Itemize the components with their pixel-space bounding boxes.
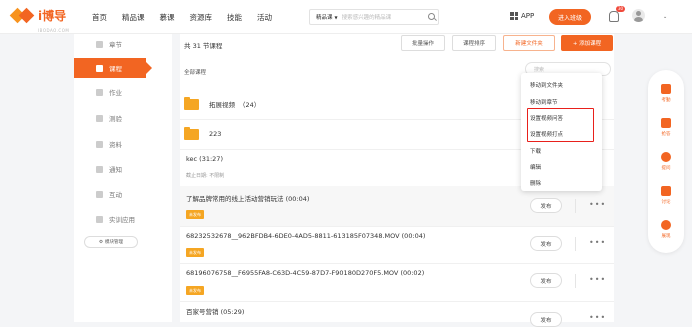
notification-badge: 30 (616, 6, 626, 12)
course-deadline: 截止日期: 不限制 (186, 173, 225, 179)
question-icon (661, 152, 671, 162)
book-icon (96, 40, 103, 48)
course-title[interactable]: 68196076758__F6955FA8-C63D-4C59-87D7-F90… (186, 269, 424, 277)
classroom-tools-bar: 考勤 抢答 提问 讨论 展现 (648, 70, 684, 253)
unpublished-badge: 未发布 (186, 248, 204, 257)
all-courses-label: 全部课程 (184, 70, 207, 76)
highlight-annotation-box (527, 108, 594, 142)
tool-attendance[interactable]: 考勤 (648, 84, 684, 103)
tool-discussion[interactable]: 讨论 (648, 186, 684, 205)
sidebar-item-materials[interactable]: 资料 (74, 134, 172, 154)
sidebar-item-notices[interactable]: 通知 (74, 159, 172, 179)
nav-activities[interactable]: 活动 (257, 12, 272, 23)
apps-icon (96, 215, 103, 223)
add-course-button[interactable]: + 添加课程 (561, 35, 613, 51)
user-avatar[interactable] (632, 9, 645, 22)
unpublished-badge: 未发布 (186, 286, 204, 295)
present-icon (661, 220, 671, 230)
checkbox-icon (661, 84, 671, 94)
tool-quick-answer[interactable]: 抢答 (648, 118, 684, 137)
more-options-icon[interactable]: ••• (589, 200, 606, 209)
tool-showcase[interactable]: 展现 (648, 220, 684, 239)
discussion-icon (661, 186, 671, 196)
course-sidebar: 章节 课程 作业 测验 资料 通知 互动 实训应用 ⚙ 模块管理 (74, 34, 172, 322)
app-label: APP (521, 12, 535, 20)
course-title[interactable]: 百家号营销 (05:29) (186, 306, 244, 316)
publish-button[interactable]: 发布 (530, 198, 562, 213)
tool-question[interactable]: 提问 (648, 152, 684, 171)
quiz-icon (96, 114, 103, 122)
nav-home[interactable]: 首页 (92, 12, 107, 23)
sidebar-item-homework[interactable]: 作业 (74, 82, 172, 102)
search-input[interactable]: 搜索感兴趣的精品课 (342, 13, 426, 21)
nav-premium-course[interactable]: 精品课 (122, 12, 145, 23)
search-category-select[interactable]: 精品课 ▼ (310, 13, 342, 21)
nav-resource-library[interactable]: 资源库 (190, 12, 213, 23)
sidebar-item-quiz[interactable]: 测验 (74, 108, 172, 128)
unpublished-badge: 未发布 (186, 210, 204, 219)
folder-icon (184, 126, 199, 140)
site-logo[interactable]: i博导 (9, 7, 67, 24)
folder-icon (184, 96, 199, 110)
user-menu-chevron-icon[interactable]: ⌄ (663, 14, 667, 20)
batch-operation-button[interactable]: 批量操作 (401, 35, 445, 51)
folder-name: 223 (209, 130, 222, 138)
sidebar-item-chapters[interactable]: 章节 (74, 34, 172, 54)
nav-skills[interactable]: 技能 (227, 12, 242, 23)
menu-move-to-chapter[interactable]: 移动到章节 (530, 98, 558, 106)
course-title[interactable]: 68232532678__962BFDB4-6DE0-4AD5-8811-613… (186, 232, 425, 240)
menu-delete[interactable]: 删除 (530, 179, 541, 187)
course-title[interactable]: kec (31:27) (186, 155, 223, 163)
more-options-icon[interactable]: ••• (589, 313, 606, 322)
play-icon (96, 64, 103, 72)
course-count: 共 31 节课程 (184, 42, 223, 50)
publish-button[interactable]: 发布 (530, 273, 562, 288)
files-icon (96, 140, 103, 148)
folder-count: （24） (239, 101, 261, 109)
menu-edit[interactable]: 编辑 (530, 163, 541, 171)
new-folder-button[interactable]: 新建文件夹 (503, 35, 555, 51)
nav-mooc[interactable]: 慕课 (160, 12, 175, 23)
app-download-link[interactable]: APP (510, 12, 534, 20)
course-sort-button[interactable]: 课程排序 (452, 35, 496, 51)
main-nav: 首页 精品课 慕课 资源库 技能 活动 (92, 12, 287, 23)
header-search: 精品课 ▼ 搜索感兴趣的精品课 (309, 9, 439, 25)
module-manage-button[interactable]: ⚙ 模块管理 (84, 236, 138, 248)
search-icon[interactable] (426, 11, 438, 23)
app-grid-icon (510, 12, 518, 20)
sidebar-item-training[interactable]: 实训应用 (74, 209, 172, 229)
menu-download[interactable]: 下载 (530, 147, 541, 155)
more-options-icon[interactable]: ••• (589, 238, 606, 247)
publish-button[interactable]: 发布 (530, 236, 562, 251)
edit-icon (96, 88, 103, 96)
logo-text: i博导 (38, 9, 67, 23)
logo-icon (9, 7, 35, 24)
folder-name: 拓展视频 (209, 101, 235, 109)
notification-bell-icon[interactable] (609, 11, 619, 22)
sidebar-item-courses[interactable]: 课程 (74, 58, 152, 78)
megaphone-icon (96, 165, 103, 173)
hand-icon (661, 118, 671, 128)
folder-row[interactable]: 拓展视频 （24） (184, 92, 260, 116)
more-options-icon[interactable]: ••• (589, 275, 606, 284)
menu-move-to-folder[interactable]: 移动到文件夹 (530, 81, 563, 89)
gear-icon: ⚙ (98, 239, 104, 245)
logo-subtext: IBODAO.COM (38, 28, 70, 33)
folder-row[interactable]: 223 (184, 122, 221, 146)
sidebar-item-interaction[interactable]: 互动 (74, 184, 172, 204)
publish-button[interactable]: 发布 (530, 312, 562, 327)
course-title[interactable]: 了解品牌常用的线上活动营销玩法 (00:04) (186, 193, 309, 203)
enter-class-button[interactable]: 进入班级 (549, 9, 591, 25)
chat-icon (96, 190, 103, 198)
top-navbar: i博导 IBODAO.COM 首页 精品课 慕课 资源库 技能 活动 精品课 ▼ … (0, 0, 692, 34)
